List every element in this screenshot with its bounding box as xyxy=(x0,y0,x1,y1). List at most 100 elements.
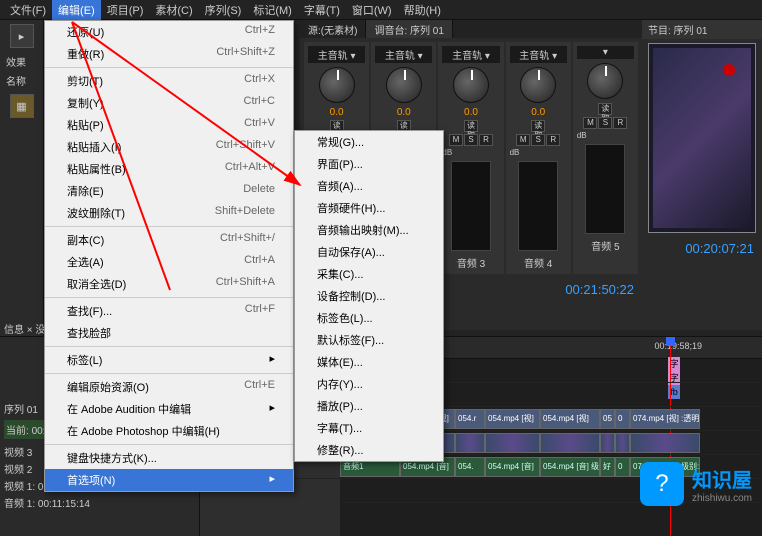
edit-menu-item[interactable]: 编辑原始资源(O)Ctrl+E xyxy=(45,376,293,398)
menu-project[interactable]: 项目(P) xyxy=(101,0,150,20)
pan-knob[interactable] xyxy=(386,67,422,103)
prefs-menu-item[interactable]: 设备控制(D)... xyxy=(295,285,443,307)
name-column-label: 名称 xyxy=(0,71,43,90)
pan-knob[interactable] xyxy=(453,67,489,103)
video-clip[interactable]: 0 xyxy=(615,409,630,429)
clip-thumbnail[interactable] xyxy=(485,433,540,453)
level-meter xyxy=(451,161,491,251)
menu-edit[interactable]: 编辑(E) xyxy=(52,0,101,20)
msr-button[interactable]: S xyxy=(598,117,612,129)
msr-button[interactable]: R xyxy=(613,117,627,129)
program-eye-graphic xyxy=(723,64,735,76)
edit-menu-item[interactable]: 查找(F)...Ctrl+F xyxy=(45,300,293,322)
menubar: 文件(F) 编辑(E) 项目(P) 素材(C) 序列(S) 标记(M) 字幕(T… xyxy=(0,0,762,20)
mixer-strip[interactable]: ▾读取MSRdB音频 5 xyxy=(573,42,638,274)
menu-clip[interactable]: 素材(C) xyxy=(149,0,198,20)
tab-mixer[interactable]: 调音台: 序列 01 xyxy=(366,20,452,38)
program-viewport[interactable] xyxy=(648,43,756,233)
prefs-menu-item[interactable]: 采集(C)... xyxy=(295,263,443,285)
msr-button[interactable]: S xyxy=(464,134,478,146)
edit-menu-item[interactable]: 清除(E)Delete xyxy=(45,180,293,202)
video-clip[interactable]: 05 xyxy=(600,409,615,429)
watermark-url: zhishiwu.com xyxy=(692,493,752,504)
audio-clip[interactable]: 0 xyxy=(615,457,630,477)
video-clip[interactable]: 074.mp4 [视] :透明 xyxy=(630,409,700,429)
msr-button[interactable]: S xyxy=(531,134,545,146)
clip-thumbnail[interactable] xyxy=(600,433,615,453)
edit-menu-item[interactable]: 键盘快捷方式(K)... xyxy=(45,447,293,469)
prefs-menu-item[interactable]: 音频(A)... xyxy=(295,175,443,197)
menu-help[interactable]: 帮助(H) xyxy=(398,0,447,20)
edit-menu-dropdown: 还原(U)Ctrl+Z重做(R)Ctrl+Shift+Z 剪切(T)Ctrl+X复… xyxy=(44,20,294,492)
level-meter xyxy=(518,161,558,251)
edit-menu-item[interactable]: 剪切(T)Ctrl+X xyxy=(45,70,293,92)
edit-menu-item[interactable]: 在 Adobe Photoshop 中编辑(H) xyxy=(45,420,293,442)
prefs-menu-item[interactable]: 默认标签(F)... xyxy=(295,329,443,351)
audio-clip[interactable]: 054. xyxy=(455,457,485,477)
prefs-menu-item[interactable]: 媒体(E)... xyxy=(295,351,443,373)
menu-title[interactable]: 字幕(T) xyxy=(298,0,346,20)
prefs-menu-item[interactable]: 常规(G)... xyxy=(295,131,443,153)
clip-thumbnail[interactable] xyxy=(615,433,630,453)
edit-menu-item[interactable]: 还原(U)Ctrl+Z xyxy=(45,21,293,43)
edit-menu-item[interactable]: 查找脸部 xyxy=(45,322,293,344)
clip-thumbnail[interactable] xyxy=(540,433,600,453)
edit-menu-item[interactable]: 粘贴插入(I)Ctrl+Shift+V xyxy=(45,136,293,158)
watermark-icon: ? xyxy=(640,462,684,506)
level-meter xyxy=(585,144,625,234)
edit-menu-item[interactable]: 副本(C)Ctrl+Shift+/ xyxy=(45,229,293,251)
timeline-info-row: 音频 1: 00:11:15:14 xyxy=(4,494,195,511)
menu-marker[interactable]: 标记(M) xyxy=(247,0,298,20)
program-tab[interactable]: 节目: 序列 01 xyxy=(642,20,762,39)
clip-thumbnail[interactable] xyxy=(455,433,485,453)
prefs-menu-item[interactable]: 标签色(L)... xyxy=(295,307,443,329)
video-clip[interactable]: 054.mp4 [视] xyxy=(485,409,540,429)
edit-menu-item[interactable]: 粘贴属性(B)Ctrl+Alt+V xyxy=(45,158,293,180)
watermark-brand: 知识屋 xyxy=(692,464,752,493)
msr-button[interactable]: R xyxy=(546,134,560,146)
clip-thumbnail[interactable] xyxy=(630,433,700,453)
tool-selection[interactable]: ▸ xyxy=(10,24,34,48)
audio-clip[interactable]: 054.mp4 [音] xyxy=(485,457,540,477)
edit-menu-item[interactable]: 首选项(N) xyxy=(45,469,293,491)
menu-file[interactable]: 文件(F) xyxy=(4,0,52,20)
prefs-menu-item[interactable]: 音频输出映射(M)... xyxy=(295,219,443,241)
msr-button[interactable]: M xyxy=(516,134,530,146)
menu-window[interactable]: 窗口(W) xyxy=(346,0,398,20)
edit-menu-item[interactable]: 复制(Y)Ctrl+C xyxy=(45,92,293,114)
prefs-menu-item[interactable]: 自动保存(A)... xyxy=(295,241,443,263)
edit-menu-item[interactable]: 波纹删除(T)Shift+Delete xyxy=(45,202,293,224)
edit-menu-item[interactable]: 重做(R)Ctrl+Shift+Z xyxy=(45,43,293,65)
watermark: ? 知识屋 zhishiwu.com xyxy=(640,462,752,506)
edit-menu-item[interactable]: 取消全选(D)Ctrl+Shift+A xyxy=(45,273,293,295)
edit-menu-item[interactable]: 标签(L) xyxy=(45,349,293,371)
pan-knob[interactable] xyxy=(319,67,355,103)
msr-button[interactable]: R xyxy=(479,134,493,146)
audio-clip[interactable]: 054.mp4 [音] 级别 xyxy=(540,457,600,477)
prefs-menu-item[interactable]: 修整(R)... xyxy=(295,439,443,461)
edit-menu-item[interactable]: 粘贴(P)Ctrl+V xyxy=(45,114,293,136)
msr-button[interactable]: M xyxy=(449,134,463,146)
edit-menu-item[interactable]: 全选(A)Ctrl+A xyxy=(45,251,293,273)
video-clip[interactable]: 054.mp4 [视] xyxy=(540,409,600,429)
mixer-strip[interactable]: 主音轨 ▾0.0读取MSRdB音频 3 xyxy=(438,42,503,274)
edit-menu-item[interactable]: 在 Adobe Audition 中编辑 xyxy=(45,398,293,420)
prefs-menu-item[interactable]: 播放(P)... xyxy=(295,395,443,417)
pan-knob[interactable] xyxy=(587,63,623,99)
program-monitor: 节目: 序列 01 00:20:07:21 xyxy=(642,20,762,330)
prefs-menu-item[interactable]: 界面(P)... xyxy=(295,153,443,175)
preferences-submenu: 常规(G)...界面(P)...音频(A)...音频硬件(H)...音频输出映射… xyxy=(294,130,444,462)
bin-icon[interactable]: ▦ xyxy=(10,94,34,118)
effects-panel-label: 效果 xyxy=(0,52,43,71)
audio-clip[interactable]: 好 xyxy=(600,457,615,477)
video-clip[interactable]: 054.r xyxy=(455,409,485,429)
prefs-menu-item[interactable]: 音频硬件(H)... xyxy=(295,197,443,219)
tab-source[interactable]: 源:(无素材) xyxy=(300,20,366,38)
menu-sequence[interactable]: 序列(S) xyxy=(199,0,248,20)
mixer-strip[interactable]: 主音轨 ▾0.0读取MSRdB音频 4 xyxy=(506,42,571,274)
prefs-menu-item[interactable]: 内存(Y)... xyxy=(295,373,443,395)
msr-button[interactable]: M xyxy=(583,117,597,129)
prefs-menu-item[interactable]: 字幕(T)... xyxy=(295,417,443,439)
program-timecode: 00:20:07:21 xyxy=(642,237,762,260)
pan-knob[interactable] xyxy=(520,67,556,103)
